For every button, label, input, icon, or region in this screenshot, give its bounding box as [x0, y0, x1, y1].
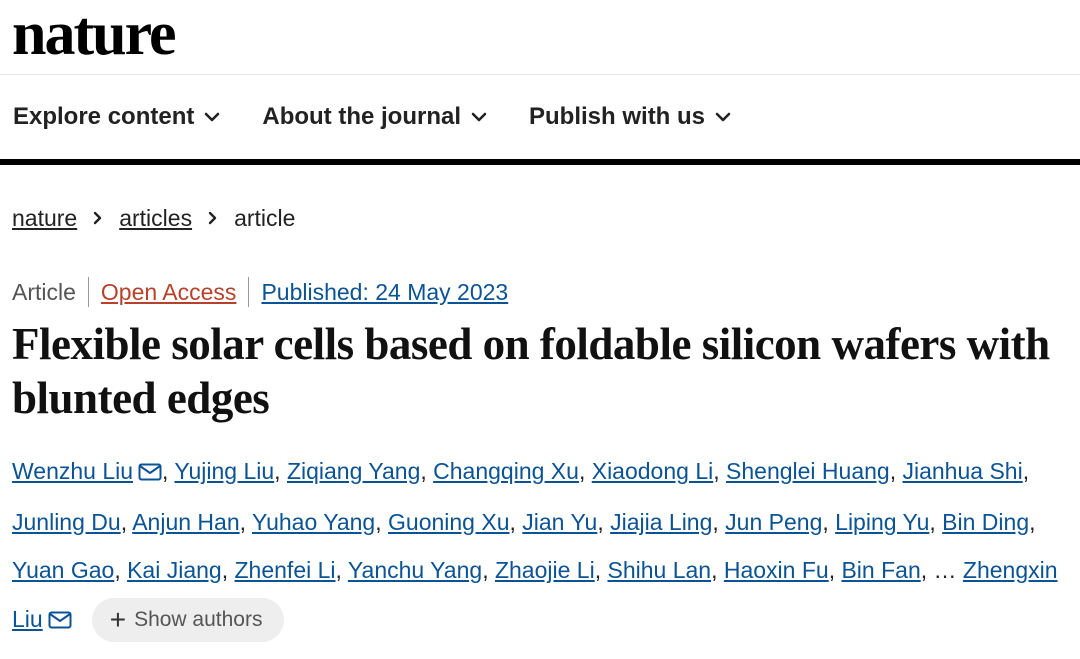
mail-icon[interactable]: [48, 597, 72, 646]
published-date-link[interactable]: Published: 24 May 2023: [261, 279, 508, 306]
author-link[interactable]: Anjun Han: [132, 509, 239, 535]
author-link[interactable]: Zhenfei Li: [235, 557, 336, 583]
nav-publish-with-us[interactable]: Publish with us: [529, 103, 731, 131]
author-link[interactable]: Shihu Lan: [607, 557, 711, 583]
mail-icon[interactable]: [138, 449, 162, 498]
nav-label: About the journal: [262, 103, 462, 130]
chevron-down-icon: [471, 112, 487, 122]
author-link[interactable]: Kai Jiang: [127, 557, 222, 583]
author-link[interactable]: Yujing Liu: [174, 458, 274, 484]
main-nav: Explore content About the journal Publis…: [0, 75, 1080, 165]
author-link[interactable]: Haoxin Fu: [724, 557, 829, 583]
author-link[interactable]: Jiajia Ling: [610, 509, 712, 535]
author-link[interactable]: Yuan Gao: [12, 557, 114, 583]
breadcrumb-nature[interactable]: nature: [12, 205, 77, 232]
author-link[interactable]: Changqing Xu: [433, 458, 579, 484]
author-link[interactable]: Bin Fan: [841, 557, 920, 583]
breadcrumb: nature articles article: [0, 203, 1080, 233]
breadcrumb-current: article: [234, 204, 296, 231]
nature-logo[interactable]: nature: [12, 3, 1080, 65]
meta-divider: [87, 277, 89, 307]
meta-divider: [248, 277, 250, 307]
author-ellipsis: …: [933, 557, 957, 583]
plus-icon: +: [109, 604, 127, 636]
author-link[interactable]: Shenglei Huang: [726, 458, 890, 484]
author-link[interactable]: Jianhua Shi: [902, 458, 1022, 484]
author-link[interactable]: Junling Du: [12, 509, 121, 535]
article-meta: Article Open Access Published: 24 May 20…: [0, 277, 1080, 307]
chevron-down-icon: [715, 112, 731, 122]
chevron-down-icon: [204, 112, 220, 122]
author-link[interactable]: Yuhao Yang: [252, 509, 375, 535]
nav-about-journal[interactable]: About the journal: [262, 103, 487, 131]
article-type: Article: [12, 278, 76, 305]
author-link[interactable]: Jun Peng: [725, 509, 822, 535]
author-link[interactable]: Xiaodong Li: [592, 458, 714, 484]
author-link[interactable]: Ziqiang Yang: [287, 458, 420, 484]
chevron-right-icon: [208, 211, 218, 225]
chevron-right-icon: [93, 211, 103, 225]
author-link[interactable]: Liping Yu: [835, 509, 929, 535]
author-list: Wenzhu Liu, Yujing Liu, Ziqiang Yang, Ch…: [0, 447, 1080, 645]
nav-label: Explore content: [13, 103, 195, 130]
author-link[interactable]: Jian Yu: [522, 509, 597, 535]
show-authors-button[interactable]: + Show authors: [91, 598, 285, 643]
nav-label: Publish with us: [529, 103, 706, 130]
breadcrumb-articles[interactable]: articles: [119, 205, 192, 232]
show-authors-label: Show authors: [134, 608, 263, 632]
author-link[interactable]: Bin Ding: [942, 509, 1029, 535]
author-link[interactable]: Guoning Xu: [388, 509, 509, 535]
author-link[interactable]: Wenzhu Liu: [12, 458, 133, 484]
site-header: nature: [0, 0, 1080, 75]
author-link[interactable]: Yanchu Yang: [348, 557, 482, 583]
nav-explore-content[interactable]: Explore content: [13, 103, 220, 131]
open-access-link[interactable]: Open Access: [101, 279, 237, 306]
article-title: Flexible solar cells based on foldable s…: [12, 319, 1050, 423]
author-link[interactable]: Zhaojie Li: [495, 557, 595, 583]
